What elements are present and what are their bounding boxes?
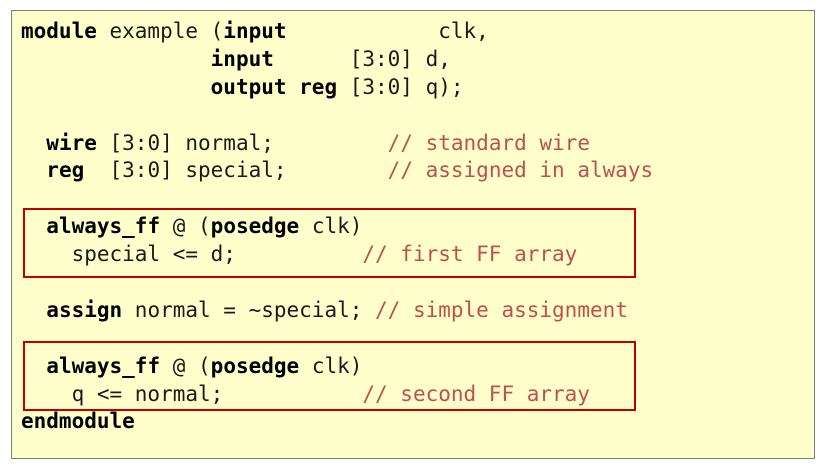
keyword-wire: wire xyxy=(46,130,97,155)
code-text: [3:0] special; xyxy=(84,158,388,183)
code-line-6: reg [3:0] special; // assigned in always xyxy=(21,157,653,185)
code-comment: // standard wire xyxy=(387,130,590,155)
highlight-box-first-ff xyxy=(23,208,636,278)
highlight-box-second-ff xyxy=(23,341,636,411)
code-line-1: module example (input clk, xyxy=(21,18,653,46)
code-panel: module example (input clk, input [3:0] d… xyxy=(11,10,815,459)
code-text: clk, xyxy=(286,19,489,43)
code-line-11: assign normal = ~special; // simple assi… xyxy=(21,297,653,325)
code-comment: // assigned in always xyxy=(387,158,654,183)
code-line-15: endmodule xyxy=(21,408,653,436)
code-text: [3:0] d, xyxy=(273,46,451,71)
code-line-3: output reg [3:0] q); xyxy=(21,74,653,102)
code-text: [3:0] normal; xyxy=(96,130,388,155)
code-line-2: input [3:0] d, xyxy=(21,46,653,74)
keyword-assign: assign xyxy=(46,297,123,322)
code-comment: // simple assignment xyxy=(375,297,628,322)
keyword-reg: reg xyxy=(46,158,85,183)
code-text: example ( xyxy=(96,19,224,43)
keyword-output-reg: output reg xyxy=(210,74,338,99)
keyword-endmodule: endmodule xyxy=(21,409,135,434)
code-text: normal = ~special; xyxy=(122,297,376,322)
keyword-input: input xyxy=(223,19,287,43)
code-line-5: wire [3:0] normal; // standard wire xyxy=(21,130,653,158)
code-text: [3:0] q); xyxy=(337,74,464,99)
keyword-module: module xyxy=(21,19,97,43)
keyword-input: input xyxy=(210,46,274,71)
